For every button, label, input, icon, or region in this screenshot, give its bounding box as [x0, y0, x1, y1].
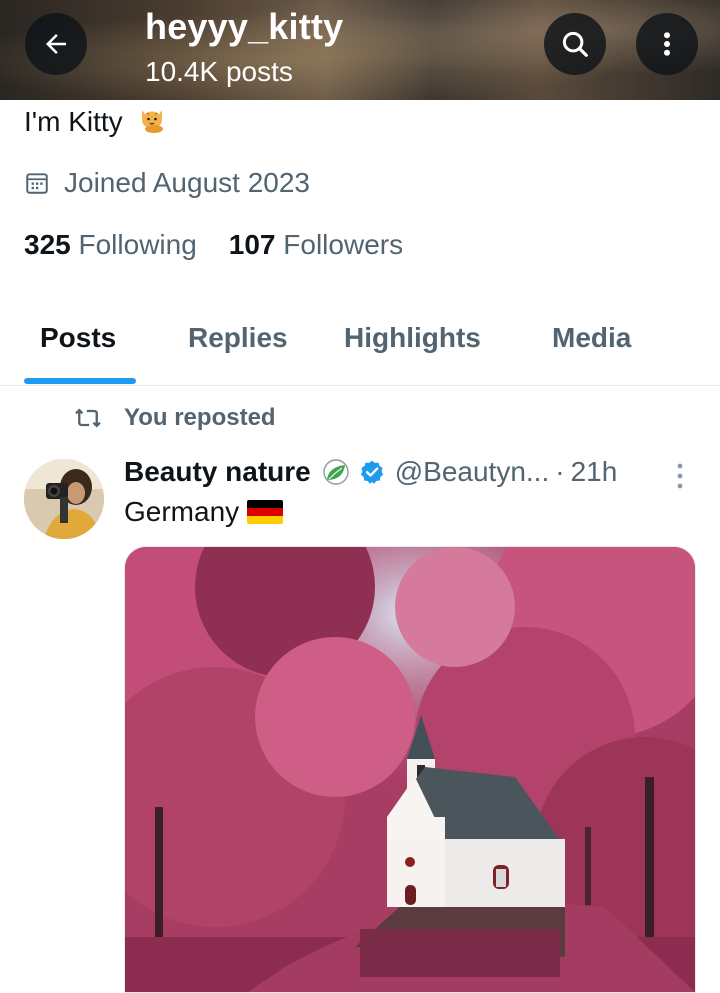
verified-badge-icon	[360, 460, 383, 484]
profile-tabs: Posts Replies Highlights Media	[0, 300, 720, 386]
avatar[interactable]	[24, 459, 104, 539]
joined-text: Joined August 2023	[64, 167, 310, 198]
profile-bio: I'm Kitty	[24, 102, 168, 141]
header-post-count: 10.4K posts	[145, 56, 293, 87]
post-media-image[interactable]	[124, 546, 696, 993]
bio-text: I'm Kitty	[24, 106, 123, 137]
repost-icon	[75, 408, 101, 428]
back-button[interactable]	[25, 13, 87, 75]
post-author-name[interactable]: Beauty nature	[124, 456, 311, 488]
cat-emoji-icon	[136, 102, 168, 141]
arrow-left-icon	[46, 34, 66, 54]
tab-media[interactable]: Media	[552, 322, 631, 354]
repost-context: You reposted	[74, 404, 276, 432]
profile-header: heyyy_kitty 10.4K posts	[0, 0, 720, 100]
tab-posts[interactable]: Posts	[40, 322, 116, 354]
following-link[interactable]: 325 Following	[24, 229, 197, 261]
repost-label: You reposted	[124, 404, 276, 431]
more-vertical-icon	[664, 32, 670, 56]
search-button[interactable]	[544, 13, 606, 75]
tab-replies[interactable]: Replies	[188, 322, 288, 354]
following-label: Following	[78, 229, 197, 260]
post-header: Beauty nature @Beautyn... · 21h	[124, 456, 617, 488]
followers-count: 107	[228, 229, 276, 260]
calendar-icon	[26, 173, 48, 194]
post-text: Germany	[124, 496, 284, 528]
followers-label: Followers	[283, 229, 404, 260]
chapel-in-pink-forest-image	[125, 547, 695, 992]
joined-date: Joined August 2023	[24, 167, 310, 199]
post-body: Germany	[124, 496, 240, 527]
separator-dot: ·	[555, 456, 565, 487]
followers-link[interactable]: 107 Followers	[229, 229, 403, 261]
search-icon	[562, 31, 588, 57]
header-title: heyyy_kitty	[145, 6, 344, 47]
germany-flag-icon	[247, 500, 284, 524]
post-author-handle[interactable]: @Beautyn...	[395, 456, 550, 488]
follow-stats: 325 Following 107 Followers	[24, 229, 403, 261]
post-timestamp[interactable]: 21h	[571, 456, 618, 488]
leaf-emoji-icon	[323, 459, 349, 485]
active-tab-indicator	[24, 378, 136, 384]
post-more-icon[interactable]	[670, 460, 690, 492]
tab-highlights[interactable]: Highlights	[344, 322, 481, 354]
more-options-button[interactable]	[636, 13, 698, 75]
following-count: 325	[24, 229, 71, 260]
